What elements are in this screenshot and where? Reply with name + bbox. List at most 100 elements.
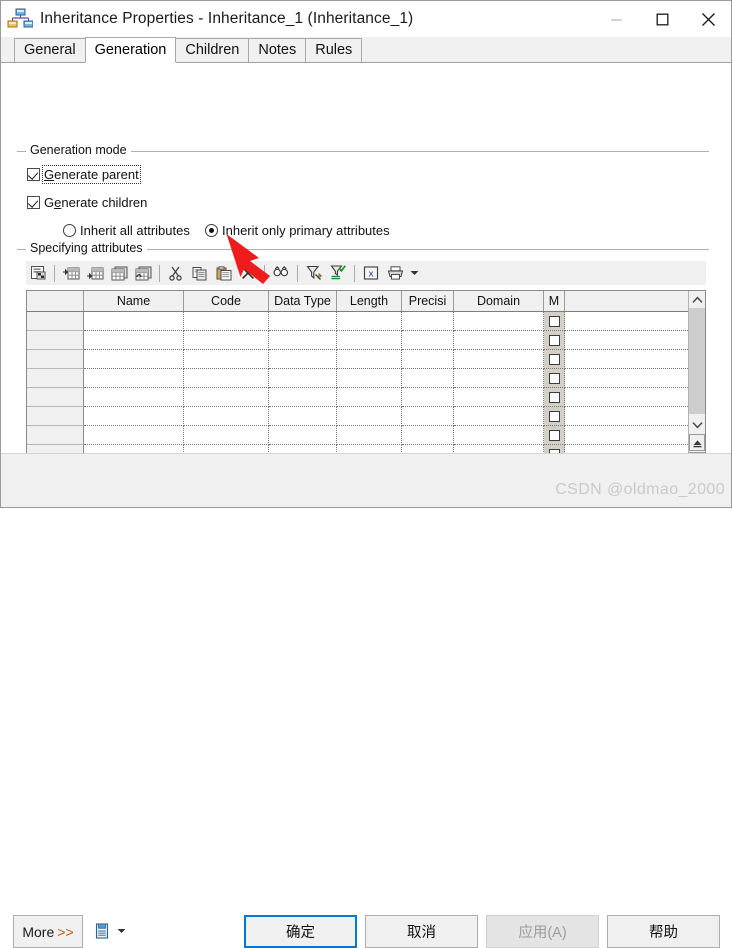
table-row[interactable] bbox=[27, 426, 688, 445]
column-header-length[interactable]: Length bbox=[337, 291, 402, 311]
cell-precision[interactable] bbox=[402, 445, 454, 453]
row-header-cell[interactable] bbox=[27, 426, 84, 445]
cell-mandatory[interactable] bbox=[544, 331, 565, 350]
cell-name[interactable] bbox=[84, 407, 184, 426]
row-header-cell[interactable] bbox=[27, 388, 84, 407]
ok-button[interactable]: 确定 bbox=[244, 915, 357, 948]
scroll-up-icon[interactable] bbox=[689, 291, 705, 308]
column-header-data-type[interactable]: Data Type bbox=[269, 291, 337, 311]
cell-code[interactable] bbox=[184, 369, 269, 388]
tab-rules[interactable]: Rules bbox=[305, 38, 363, 62]
cell-code[interactable] bbox=[184, 388, 269, 407]
cell-length[interactable] bbox=[337, 312, 402, 331]
column-header-code[interactable]: Code bbox=[184, 291, 269, 311]
radio-circle[interactable] bbox=[63, 224, 76, 237]
scroll-page-up-icon[interactable] bbox=[689, 434, 705, 451]
cell-length[interactable] bbox=[337, 331, 402, 350]
cell-precision[interactable] bbox=[402, 369, 454, 388]
tab-generation[interactable]: Generation bbox=[84, 37, 177, 63]
help-button[interactable]: 帮助 bbox=[607, 915, 720, 948]
checkbox-box[interactable] bbox=[27, 196, 40, 209]
row-header-cell[interactable] bbox=[27, 407, 84, 426]
cell-name[interactable] bbox=[84, 445, 184, 453]
paste-icon[interactable] bbox=[212, 262, 236, 284]
cell-data-type[interactable] bbox=[269, 445, 337, 453]
column-header-precision[interactable]: Precisi bbox=[402, 291, 454, 311]
tab-notes[interactable]: Notes bbox=[248, 38, 307, 62]
more-button[interactable]: More >> bbox=[13, 915, 83, 948]
cell-name[interactable] bbox=[84, 426, 184, 445]
checkbox-generate-parent[interactable]: Generate parent bbox=[27, 165, 141, 184]
minimize-icon[interactable] bbox=[593, 1, 639, 37]
copy-icon[interactable] bbox=[188, 262, 212, 284]
tab-general[interactable]: General bbox=[14, 38, 86, 62]
replace-icon[interactable] bbox=[131, 262, 155, 284]
cell-mandatory[interactable] bbox=[544, 312, 565, 331]
scroll-track[interactable] bbox=[689, 308, 705, 416]
cell-mandatory[interactable] bbox=[544, 426, 565, 445]
cell-data-type[interactable] bbox=[269, 331, 337, 350]
checkbox-generate-children[interactable]: Generate children bbox=[27, 195, 147, 210]
cell-mandatory[interactable] bbox=[544, 407, 565, 426]
row-header-cell[interactable] bbox=[27, 369, 84, 388]
toolbar-overflow-chevron-icon[interactable] bbox=[407, 262, 422, 284]
cell-name[interactable] bbox=[84, 312, 184, 331]
cell-domain[interactable] bbox=[454, 388, 544, 407]
tab-children[interactable]: Children bbox=[175, 38, 250, 62]
close-icon[interactable] bbox=[685, 1, 731, 37]
cell-domain[interactable] bbox=[454, 407, 544, 426]
cell-code[interactable] bbox=[184, 445, 269, 453]
filter-icon[interactable] bbox=[302, 262, 326, 284]
cell-length[interactable] bbox=[337, 350, 402, 369]
cell-mandatory[interactable] bbox=[544, 445, 565, 453]
cancel-button[interactable]: 取消 bbox=[365, 915, 478, 948]
insert-row-icon[interactable] bbox=[59, 262, 83, 284]
chevron-down-icon[interactable] bbox=[114, 925, 128, 937]
table-row[interactable] bbox=[27, 312, 688, 331]
cell-precision[interactable] bbox=[402, 312, 454, 331]
apply-filter-icon[interactable] bbox=[326, 262, 350, 284]
print-icon[interactable] bbox=[383, 262, 407, 284]
cell-domain[interactable] bbox=[454, 331, 544, 350]
cut-icon[interactable] bbox=[164, 262, 188, 284]
column-header-domain[interactable]: Domain bbox=[454, 291, 544, 311]
save-as-icon[interactable] bbox=[91, 920, 113, 942]
cell-name[interactable] bbox=[84, 350, 184, 369]
radio-circle[interactable] bbox=[205, 224, 218, 237]
table-row[interactable] bbox=[27, 407, 688, 426]
cell-mandatory[interactable] bbox=[544, 369, 565, 388]
cell-precision[interactable] bbox=[402, 388, 454, 407]
column-header-mandatory[interactable]: M bbox=[544, 291, 565, 311]
cell-code[interactable] bbox=[184, 407, 269, 426]
cell-domain[interactable] bbox=[454, 369, 544, 388]
cell-length[interactable] bbox=[337, 426, 402, 445]
grid-vertical-scrollbar[interactable] bbox=[688, 291, 705, 453]
column-header-name[interactable]: Name bbox=[84, 291, 184, 311]
row-header-cell[interactable] bbox=[27, 312, 84, 331]
cell-data-type[interactable] bbox=[269, 312, 337, 331]
cell-name[interactable] bbox=[84, 331, 184, 350]
mandatory-checkbox[interactable] bbox=[548, 353, 560, 365]
cell-code[interactable] bbox=[184, 312, 269, 331]
cell-length[interactable] bbox=[337, 388, 402, 407]
mandatory-checkbox[interactable] bbox=[548, 391, 560, 403]
maximize-icon[interactable] bbox=[639, 1, 685, 37]
cell-precision[interactable] bbox=[402, 407, 454, 426]
cell-domain[interactable] bbox=[454, 445, 544, 453]
export-excel-icon[interactable]: x bbox=[359, 262, 383, 284]
table-row[interactable] bbox=[27, 388, 688, 407]
cell-mandatory[interactable] bbox=[544, 350, 565, 369]
radio-inherit-only-primary-attributes[interactable]: Inherit only primary attributes bbox=[205, 223, 390, 238]
cell-name[interactable] bbox=[84, 388, 184, 407]
scroll-thumb[interactable] bbox=[689, 308, 705, 414]
cell-data-type[interactable] bbox=[269, 407, 337, 426]
radio-inherit-all-attributes[interactable]: Inherit all attributes bbox=[63, 223, 190, 238]
cell-data-type[interactable] bbox=[269, 426, 337, 445]
cell-code[interactable] bbox=[184, 331, 269, 350]
cell-mandatory[interactable] bbox=[544, 388, 565, 407]
row-header-cell[interactable] bbox=[27, 445, 84, 453]
row-header-cell[interactable] bbox=[27, 331, 84, 350]
mandatory-checkbox[interactable] bbox=[548, 334, 560, 346]
properties-icon[interactable] bbox=[26, 262, 50, 284]
cell-domain[interactable] bbox=[454, 312, 544, 331]
